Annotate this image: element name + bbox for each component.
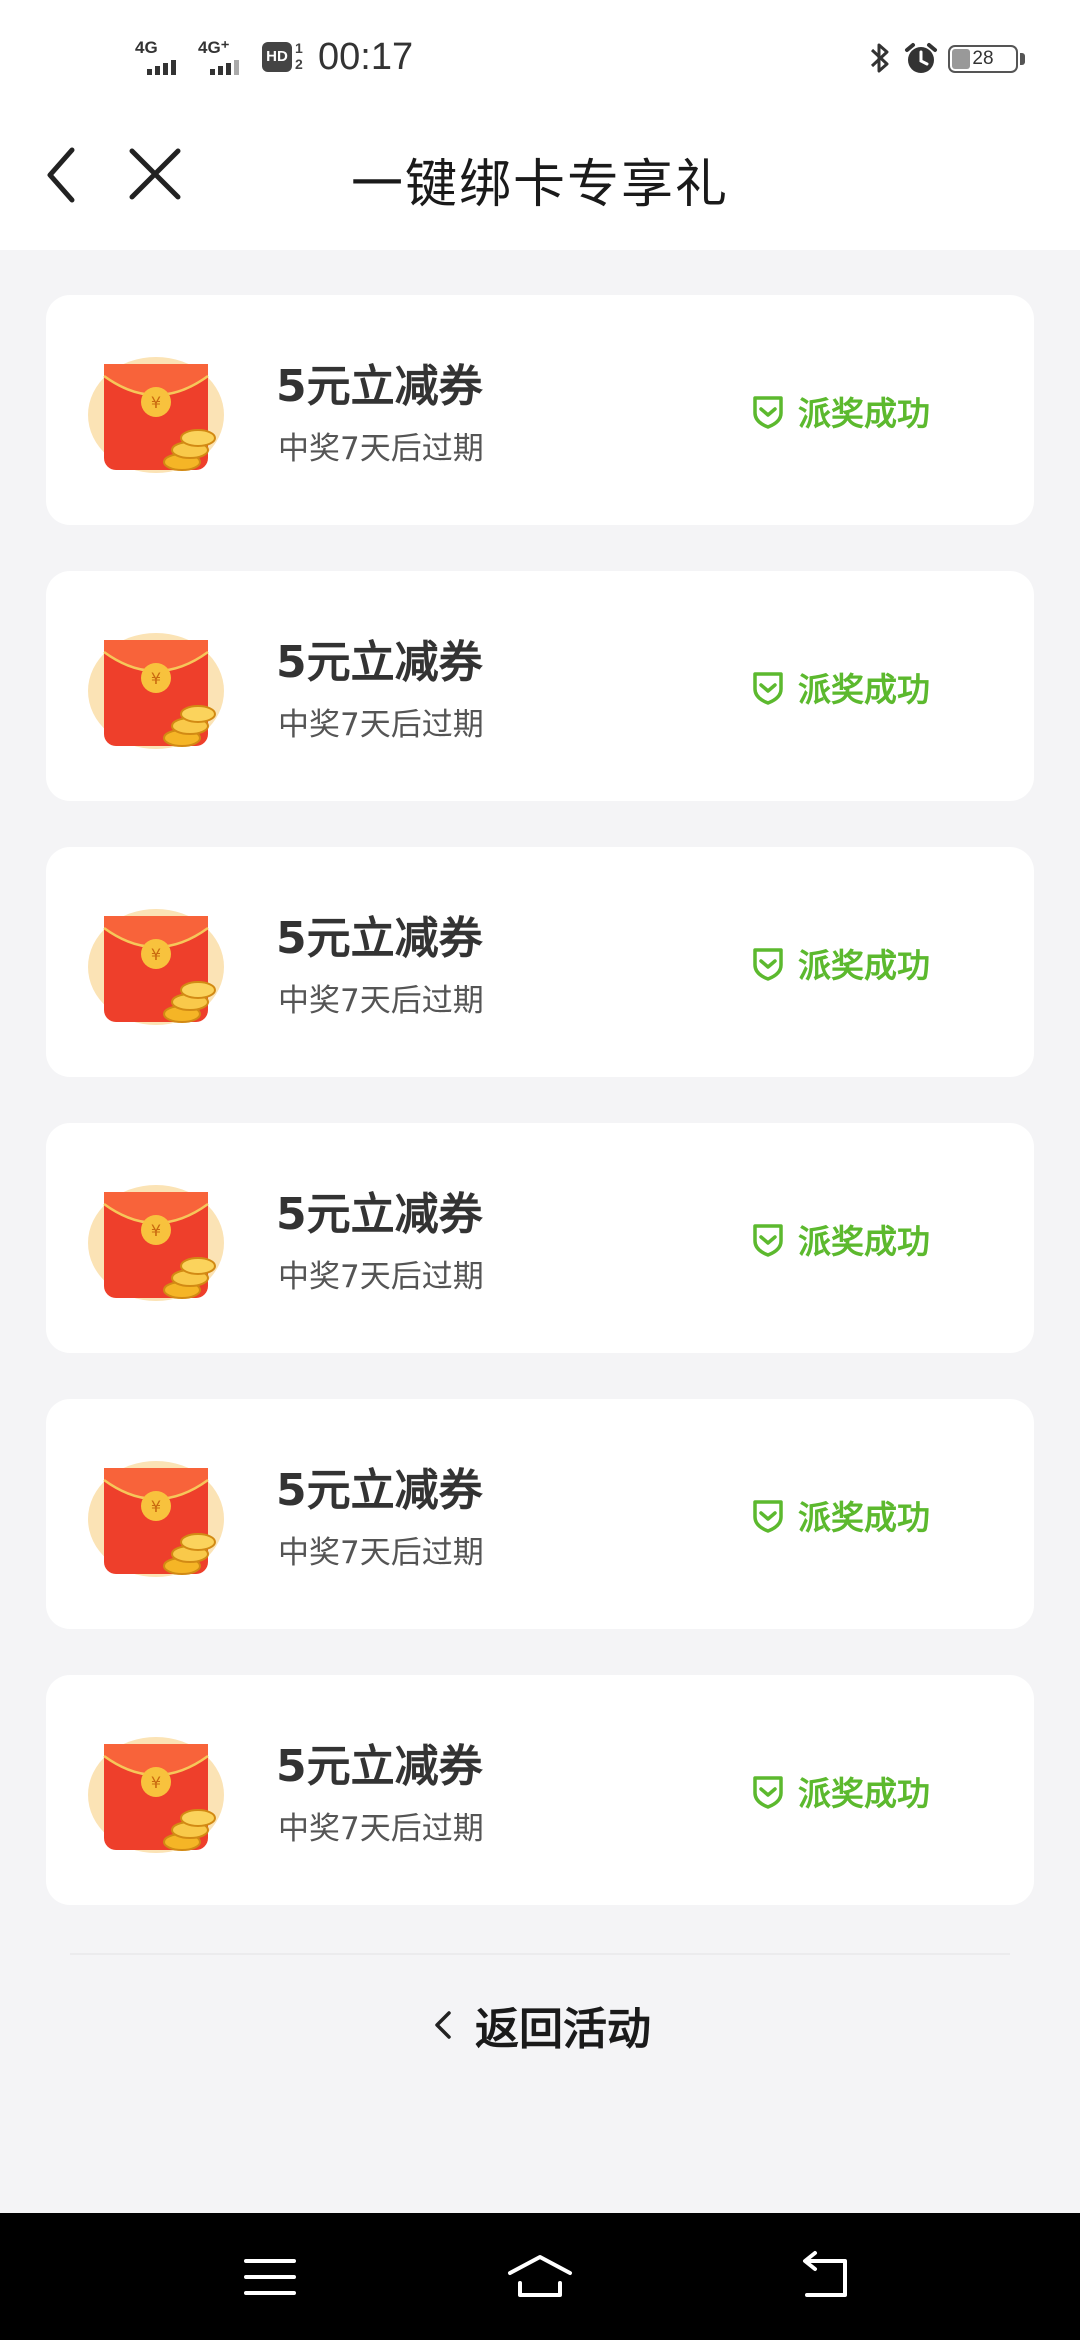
- red-envelope-icon: ¥: [86, 350, 236, 480]
- back-button[interactable]: [40, 140, 90, 210]
- coupon-title: 5元立减券: [276, 637, 483, 688]
- hd-sub-top: 1: [295, 40, 303, 56]
- page-title: 一键绑卡专享礼: [350, 155, 729, 215]
- home-icon: [508, 2255, 572, 2297]
- shield-check-icon: [753, 1776, 783, 1809]
- red-envelope-icon: ¥: [86, 1454, 236, 1584]
- coupon-expiry: 中奖7天后过期: [278, 1535, 484, 1571]
- coupon-card[interactable]: ¥ 5元立减券 中奖7天后过期 派奖成功: [46, 847, 1034, 1077]
- close-button[interactable]: [120, 145, 190, 205]
- coupon-expiry: 中奖7天后过期: [278, 1811, 484, 1847]
- shield-check-icon: [753, 396, 783, 429]
- back-nav-button[interactable]: [795, 2249, 855, 2305]
- status-text: 派奖成功: [798, 1498, 930, 1537]
- home-button[interactable]: [505, 2249, 575, 2305]
- nav-bar: 一键绑卡专享礼: [0, 100, 1080, 250]
- status-text: 派奖成功: [798, 670, 930, 709]
- chevron-left-icon: [47, 147, 75, 203]
- shield-check-icon: [753, 948, 783, 981]
- battery-tip: [1020, 53, 1025, 65]
- coupon-expiry: 中奖7天后过期: [278, 707, 484, 743]
- red-envelope-icon: ¥: [86, 902, 236, 1032]
- close-icon: [129, 148, 181, 200]
- status-badge: 派奖成功: [748, 1215, 930, 1263]
- status-text: 派奖成功: [798, 1774, 930, 1813]
- status-badge: 派奖成功: [748, 1767, 930, 1815]
- coupon-title: 5元立减券: [276, 1189, 483, 1240]
- status-text: 派奖成功: [798, 394, 930, 433]
- signal-bars-icon: [210, 60, 239, 75]
- signal-2-label: 4G⁺: [198, 38, 230, 57]
- divider: [70, 1953, 1010, 1955]
- svg-text:¥: ¥: [151, 669, 161, 688]
- svg-text:¥: ¥: [151, 1221, 161, 1240]
- coupon-title: 5元立减券: [276, 913, 483, 964]
- svg-text:¥: ¥: [151, 1773, 161, 1792]
- status-bar: 4G 4G⁺ HD 1 2 00:17 28: [0, 0, 1080, 100]
- status-text: 派奖成功: [798, 1222, 930, 1261]
- shield-check-icon: [753, 672, 783, 705]
- svg-text:¥: ¥: [151, 945, 161, 964]
- coupon-card[interactable]: ¥ 5元立减券 中奖7天后过期 派奖成功: [46, 295, 1034, 525]
- status-badge: 派奖成功: [748, 387, 930, 435]
- coupon-title: 5元立减券: [276, 361, 483, 412]
- alarm-icon: [905, 43, 937, 73]
- chevron-left-icon: [435, 2011, 451, 2039]
- menu-button[interactable]: [240, 2249, 300, 2305]
- status-badge: 派奖成功: [748, 1491, 930, 1539]
- hd-icon: HD: [262, 42, 292, 72]
- coupon-expiry: 中奖7天后过期: [278, 431, 484, 467]
- coupon-card[interactable]: ¥ 5元立减券 中奖7天后过期 派奖成功: [46, 1675, 1034, 1905]
- hd-sim-indicator: 1 2: [295, 40, 303, 72]
- coupon-card[interactable]: ¥ 5元立减券 中奖7天后过期 派奖成功: [46, 1123, 1034, 1353]
- menu-icon: [244, 2259, 296, 2295]
- coupon-expiry: 中奖7天后过期: [278, 1259, 484, 1295]
- shield-check-icon: [753, 1224, 783, 1257]
- back-to-activity-label: 返回活动: [475, 2004, 651, 2055]
- coupon-card[interactable]: ¥ 5元立减券 中奖7天后过期 派奖成功: [46, 1399, 1034, 1629]
- shield-check-icon: [753, 1500, 783, 1533]
- signal-1-label: 4G: [135, 38, 158, 57]
- signal-bars-icon: [147, 60, 176, 75]
- coupon-title: 5元立减券: [276, 1465, 483, 1516]
- svg-text:¥: ¥: [151, 393, 161, 412]
- battery-level: 28: [972, 48, 994, 69]
- red-envelope-icon: ¥: [86, 1178, 236, 1308]
- hd-sub-bottom: 2: [295, 56, 303, 72]
- status-badge: 派奖成功: [748, 939, 930, 987]
- bluetooth-icon: [870, 43, 889, 73]
- coupon-list: ¥ 5元立减券 中奖7天后过期 派奖成功 ¥ 5元立减券 中奖7天后过期 派奖成…: [46, 295, 1034, 1951]
- red-envelope-icon: ¥: [86, 626, 236, 756]
- svg-text:¥: ¥: [151, 1497, 161, 1516]
- back-to-activity-button[interactable]: 返回活动: [0, 1993, 1080, 2057]
- red-envelope-icon: ¥: [86, 1730, 236, 1860]
- status-time: 00:17: [318, 36, 414, 78]
- coupon-title: 5元立减券: [276, 1741, 483, 1792]
- status-badge: 派奖成功: [748, 663, 930, 711]
- battery-icon: 28: [948, 45, 1018, 73]
- return-icon: [803, 2251, 847, 2297]
- coupon-card[interactable]: ¥ 5元立减券 中奖7天后过期 派奖成功: [46, 571, 1034, 801]
- status-text: 派奖成功: [798, 946, 930, 985]
- coupon-expiry: 中奖7天后过期: [278, 983, 484, 1019]
- system-nav-bar: [0, 2213, 1080, 2340]
